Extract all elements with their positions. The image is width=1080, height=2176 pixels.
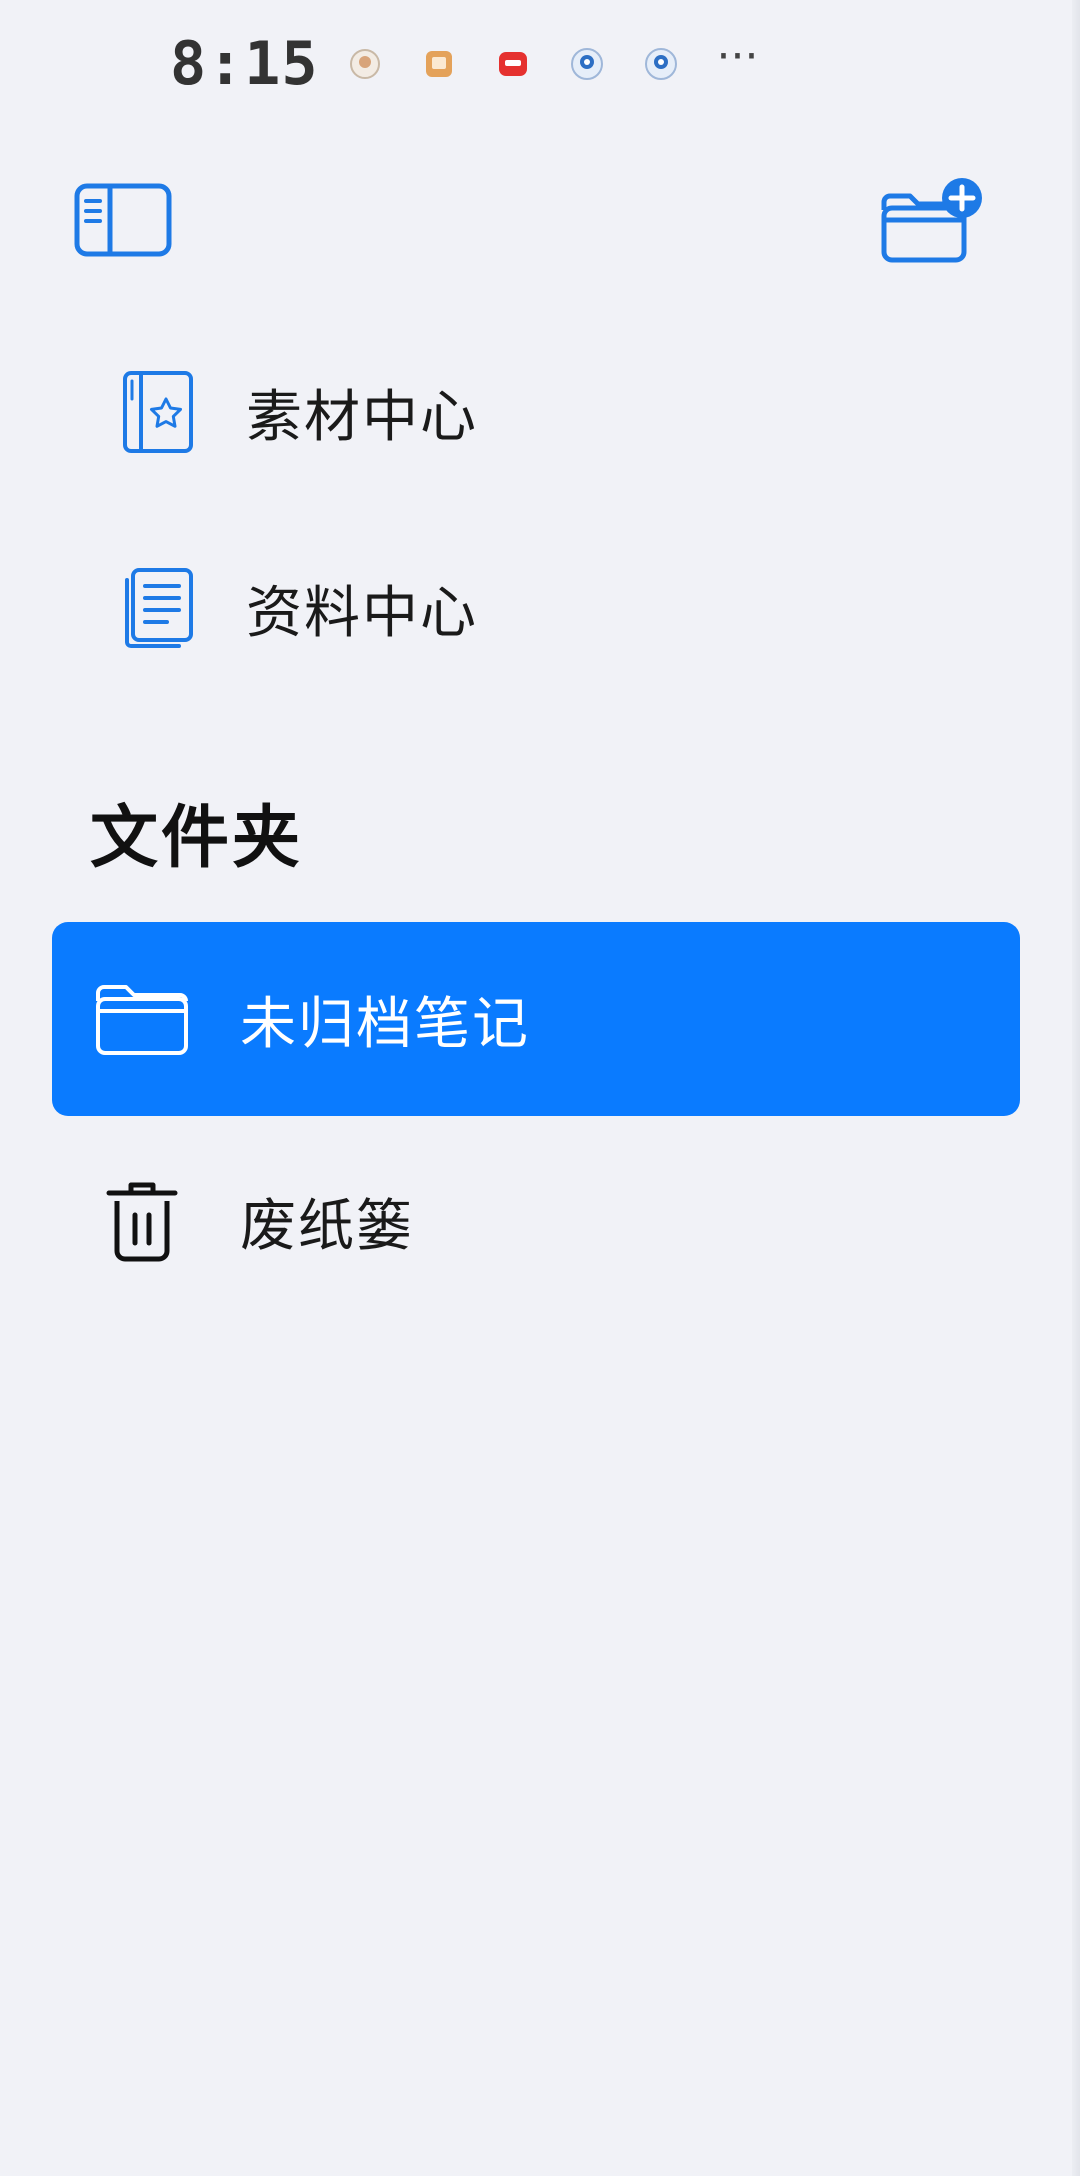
sidebar-toggle-button[interactable] [72, 182, 174, 262]
sidebar-item-material-center[interactable]: 素材中心 [110, 352, 990, 472]
app-notification-icon [421, 46, 457, 82]
starred-book-icon [110, 364, 206, 460]
new-folder-button[interactable] [876, 176, 986, 268]
status-bar: 8:15 ··· [170, 28, 758, 100]
folder-item-label: 废纸篓 [240, 1193, 414, 1259]
folder-item-label: 未归档笔记 [240, 991, 530, 1057]
folders-section-title: 文件夹 [90, 799, 304, 878]
folder-item-unarchived-notes[interactable]: 未归档笔记 [52, 922, 1020, 1116]
app-notification-icon [643, 46, 679, 82]
sidebar-item-label: 素材中心 [246, 384, 478, 450]
sidebar-panel: 8:15 ··· 素材中心 资料中心 文件夹 未归档笔记 废纸篓 [0, 0, 1080, 2176]
sidebar-item-label: 资料中心 [246, 580, 478, 646]
more-notifications-indicator: ··· [716, 31, 759, 82]
sidebar-item-document-center[interactable]: 资料中心 [110, 548, 990, 668]
documents-icon [110, 560, 206, 656]
app-notification-icon [569, 46, 605, 82]
status-time: 8:15 [170, 29, 319, 99]
app-notification-icon [495, 46, 531, 82]
folder-plus-icon [876, 174, 986, 270]
folder-icon [90, 967, 194, 1071]
panel-edge [1072, 0, 1080, 2176]
folder-item-trash[interactable]: 废纸篓 [52, 1124, 1020, 1318]
app-notification-icon [347, 46, 383, 82]
trash-icon [90, 1169, 194, 1273]
sidebar-icon [74, 183, 172, 261]
